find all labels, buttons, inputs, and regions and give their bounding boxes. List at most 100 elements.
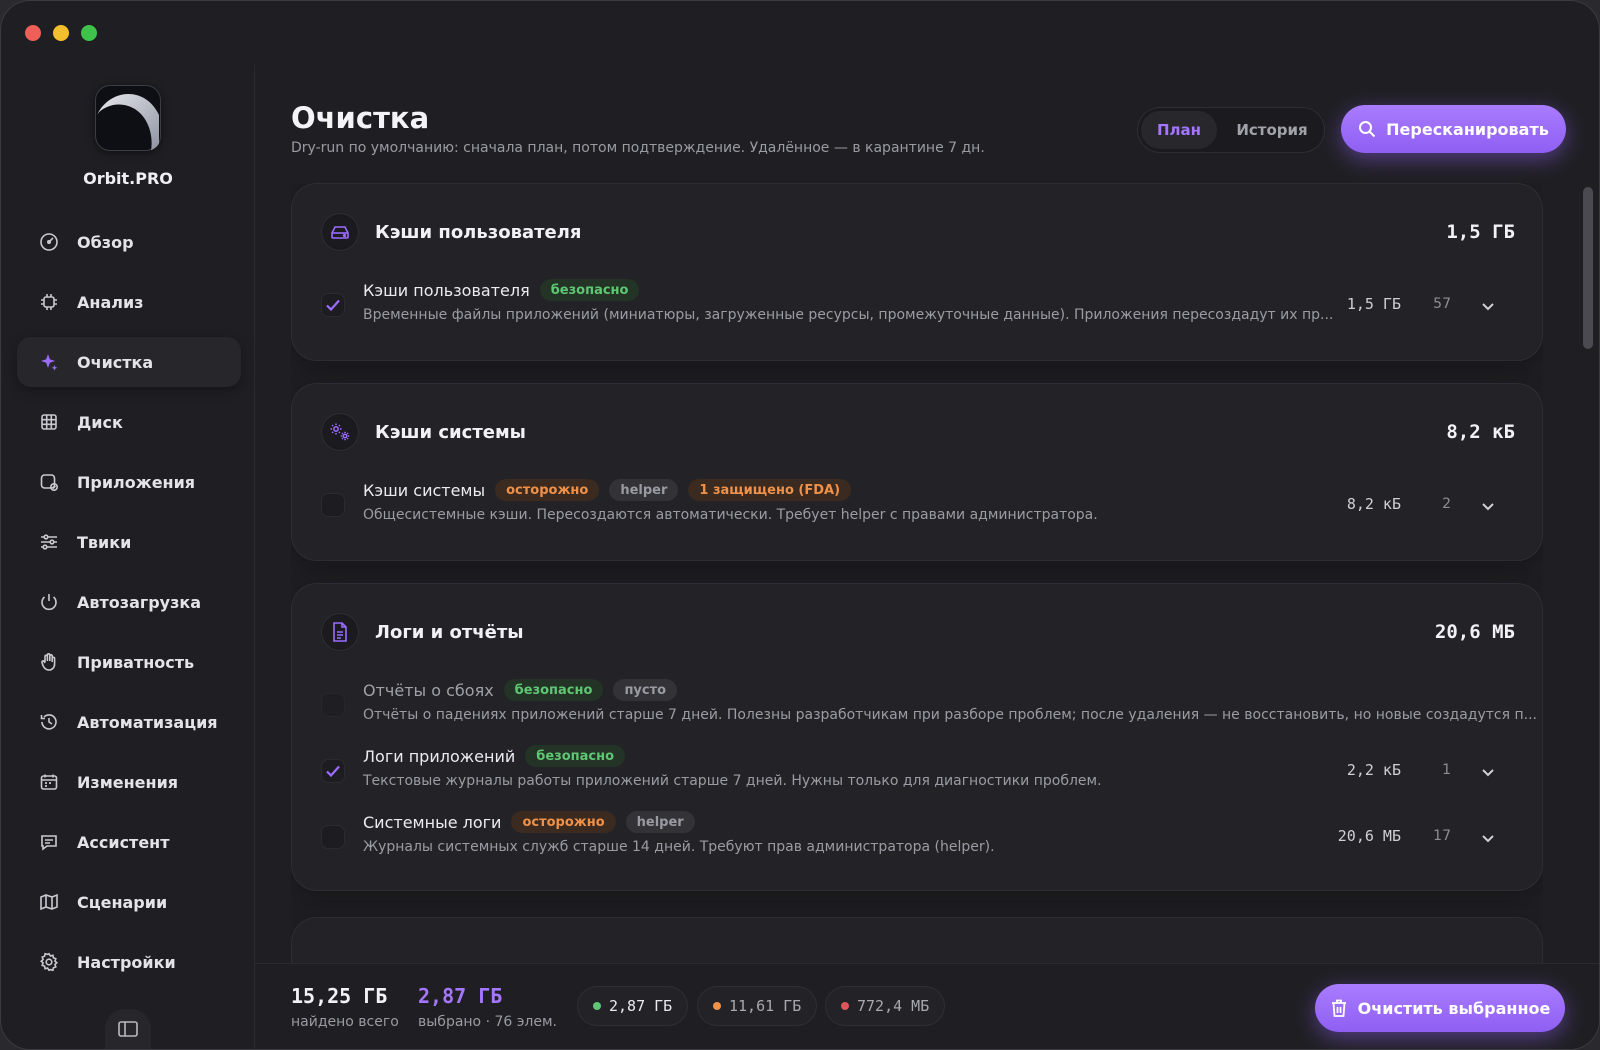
expand-button[interactable] (1481, 497, 1495, 516)
item-name: Системные логи (363, 812, 502, 832)
sidebar-item-settings[interactable]: Настройки (17, 937, 241, 987)
safe-total-pill: 2,87 ГБ (577, 986, 689, 1026)
risky-total-pill: 772,4 МБ (825, 986, 946, 1026)
safety-badge: осторожно (495, 479, 600, 501)
list-item[interactable]: Логи приложений безопасно Текстовые журн… (321, 743, 1513, 797)
sidebar-item-tweaks[interactable]: Твики (17, 517, 241, 567)
sidebar-item-overview[interactable]: Обзор (17, 217, 241, 267)
rescan-label: Пересканировать (1386, 119, 1549, 139)
selected-label: выбрано · 76 элем. (418, 1014, 557, 1030)
chevron-down-icon (1482, 769, 1494, 777)
expand-button[interactable] (1481, 297, 1495, 316)
sidebar-toggle-button[interactable] (105, 1009, 151, 1049)
item-description: Временные файлы приложений (миниатюры, з… (363, 307, 1334, 323)
orange-dot-icon (713, 1002, 721, 1010)
item-size: 2,2 кБ (1346, 761, 1401, 779)
summary-footer: 15,25 ГБ найдено всего 2,87 ГБ выбрано ·… (255, 963, 1599, 1049)
sidebar-toggle-icon (118, 1021, 138, 1037)
page-subtitle: Dry-run по умолчанию: сначала план, пото… (291, 140, 985, 156)
pill-value: 772,4 МБ (857, 997, 930, 1015)
view-segmented-control: План История (1137, 107, 1325, 153)
sidebar-item-scenarios[interactable]: Сценарии (17, 877, 241, 927)
trash-icon (1331, 999, 1346, 1017)
gears-icon (321, 413, 359, 451)
safety-badge: осторожно (511, 811, 616, 833)
item-checkbox[interactable] (321, 693, 345, 717)
sidebar-item-changes[interactable]: Изменения (17, 757, 241, 807)
chevron-down-icon (1482, 503, 1494, 511)
sidebar-item-label: Очистка (77, 352, 154, 372)
sidebar-item-label: Приложения (77, 472, 196, 492)
minimize-window-button[interactable] (53, 25, 69, 41)
category-card-system-caches: Кэши системы 8,2 кБ Кэши системы осторож… (291, 383, 1543, 561)
expand-button[interactable] (1481, 829, 1495, 848)
sidebar-item-cleanup[interactable]: Очистка (17, 337, 241, 387)
sidebar-item-analysis[interactable]: Анализ (17, 277, 241, 327)
category-size: 8,2 кБ (1446, 421, 1515, 443)
total-found-value: 15,25 ГБ (291, 984, 388, 1008)
item-checkbox[interactable] (321, 759, 345, 783)
item-name: Кэши пользователя (363, 280, 530, 300)
list-item[interactable]: Системные логи осторожно helper Журналы … (321, 809, 1513, 863)
sidebar-item-apps[interactable]: Приложения (17, 457, 241, 507)
app-window: Orbit.PRO Обзор Анализ Очистка Диск Прил… (0, 0, 1600, 1050)
helper-badge: helper (625, 811, 695, 833)
sidebar-item-label: Твики (77, 532, 132, 552)
category-title: Кэши пользователя (375, 221, 582, 243)
zoom-window-button[interactable] (81, 25, 97, 41)
sidebar-item-label: Анализ (77, 292, 144, 312)
hand-icon (41, 653, 56, 671)
sidebar-item-startup[interactable]: Автозагрузка (17, 577, 241, 627)
sidebar-item-label: Диск (77, 412, 123, 432)
checkmark-icon (326, 765, 340, 778)
item-size: 20,6 МБ (1337, 827, 1401, 845)
expand-button[interactable] (1481, 763, 1495, 782)
item-checkbox[interactable] (321, 825, 345, 849)
history-icon (40, 714, 57, 730)
pill-value: 2,87 ГБ (609, 997, 673, 1015)
item-count: 17 (1433, 828, 1451, 844)
pill-value: 11,61 ГБ (729, 997, 802, 1015)
chevron-down-icon (1482, 303, 1494, 311)
list-item[interactable]: Отчёты о сбоях безопасно пусто Отчёты о … (321, 677, 1537, 731)
item-count: 57 (1433, 296, 1451, 312)
sidebar-item-disk[interactable]: Диск (17, 397, 241, 447)
tab-history[interactable]: История (1223, 111, 1321, 149)
item-size: 1,5 ГБ (1346, 295, 1401, 313)
rescan-button[interactable]: Пересканировать (1341, 105, 1566, 153)
item-name: Отчёты о сбоях (363, 680, 494, 700)
sidebar-item-label: Автоматизация (77, 712, 218, 732)
category-title: Логи и отчёты (375, 621, 524, 643)
item-count: 1 (1442, 762, 1451, 778)
sidebar-item-assistant[interactable]: Ассистент (17, 817, 241, 867)
document-icon (321, 613, 359, 651)
page-title: Очистка (291, 101, 430, 135)
item-description: Отчёты о падениях приложений старше 7 дн… (363, 707, 1537, 723)
gauge-icon (40, 233, 58, 251)
item-description: Общесистемные кэши. Пересоздаются автома… (363, 507, 1098, 523)
scrollbar-thumb[interactable] (1583, 187, 1593, 349)
close-window-button[interactable] (25, 25, 41, 41)
sidebar-item-automation[interactable]: Автоматизация (17, 697, 241, 747)
item-checkbox[interactable] (321, 493, 345, 517)
gear-icon (40, 952, 58, 972)
red-dot-icon (841, 1002, 849, 1010)
sidebar-item-label: Изменения (77, 772, 179, 792)
safety-badge: безопасно (503, 679, 604, 701)
search-icon (1359, 121, 1376, 138)
tab-plan[interactable]: План (1141, 111, 1217, 149)
sidebar-item-privacy[interactable]: Приватность (17, 637, 241, 687)
helper-badge: helper (609, 479, 679, 501)
calendar-icon (40, 774, 58, 790)
clean-selected-label: Очистить выбранное (1357, 998, 1551, 1018)
clean-selected-button[interactable]: Очистить выбранное (1315, 984, 1565, 1032)
list-item[interactable]: Кэши системы осторожно helper 1 защищено… (321, 477, 1513, 531)
selected-value: 2,87 ГБ (418, 984, 503, 1008)
sidebar: Orbit.PRO Обзор Анализ Очистка Диск Прил… (1, 65, 255, 1049)
sidebar-item-label: Настройки (77, 952, 176, 972)
app-logo (95, 85, 161, 151)
list-item[interactable]: Кэши пользователя безопасно Временные фа… (321, 277, 1513, 331)
item-checkbox[interactable] (321, 293, 345, 317)
item-count: 2 (1442, 496, 1451, 512)
category-card-user-caches: Кэши пользователя 1,5 ГБ Кэши пользовате… (291, 183, 1543, 361)
